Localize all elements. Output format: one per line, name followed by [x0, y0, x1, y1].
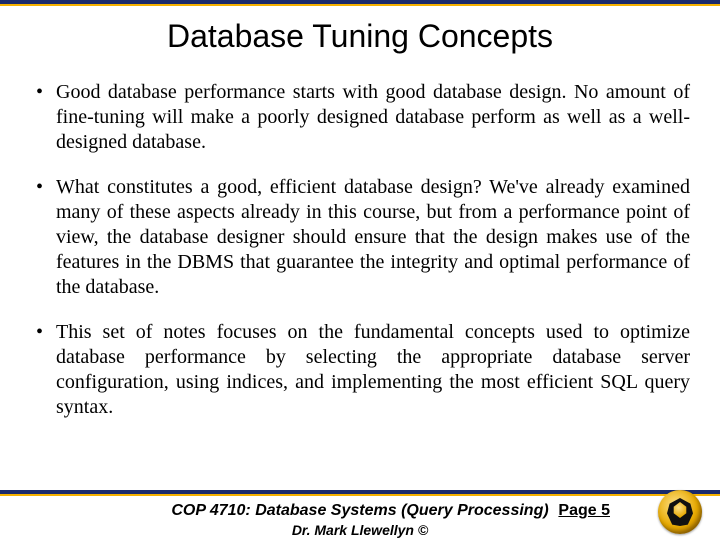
bullet-item: What constitutes a good, efficient datab… [30, 175, 690, 300]
bullet-item: Good database performance starts with go… [30, 80, 690, 155]
page-number: Page 5 [558, 502, 610, 520]
footer-author: Dr. Mark Llewellyn © [0, 522, 720, 538]
footer-course: COP 4710: Database Systems (Query Proces… [0, 502, 720, 520]
footer-text: COP 4710: Database Systems (Query Proces… [0, 502, 720, 538]
body-area: Good database performance starts with go… [30, 80, 690, 480]
bullet-item: This set of notes focuses on the fundame… [30, 320, 690, 420]
ucf-logo-icon [658, 490, 702, 534]
footer-accent-bar [0, 490, 720, 496]
logo-circle [658, 490, 702, 534]
slide: Database Tuning Concepts Good database p… [0, 0, 720, 540]
top-accent-bar [0, 0, 720, 6]
bullet-list: Good database performance starts with go… [30, 80, 690, 420]
pegasus-icon [667, 498, 693, 526]
footer: COP 4710: Database Systems (Query Proces… [0, 490, 720, 540]
slide-title: Database Tuning Concepts [0, 18, 720, 55]
